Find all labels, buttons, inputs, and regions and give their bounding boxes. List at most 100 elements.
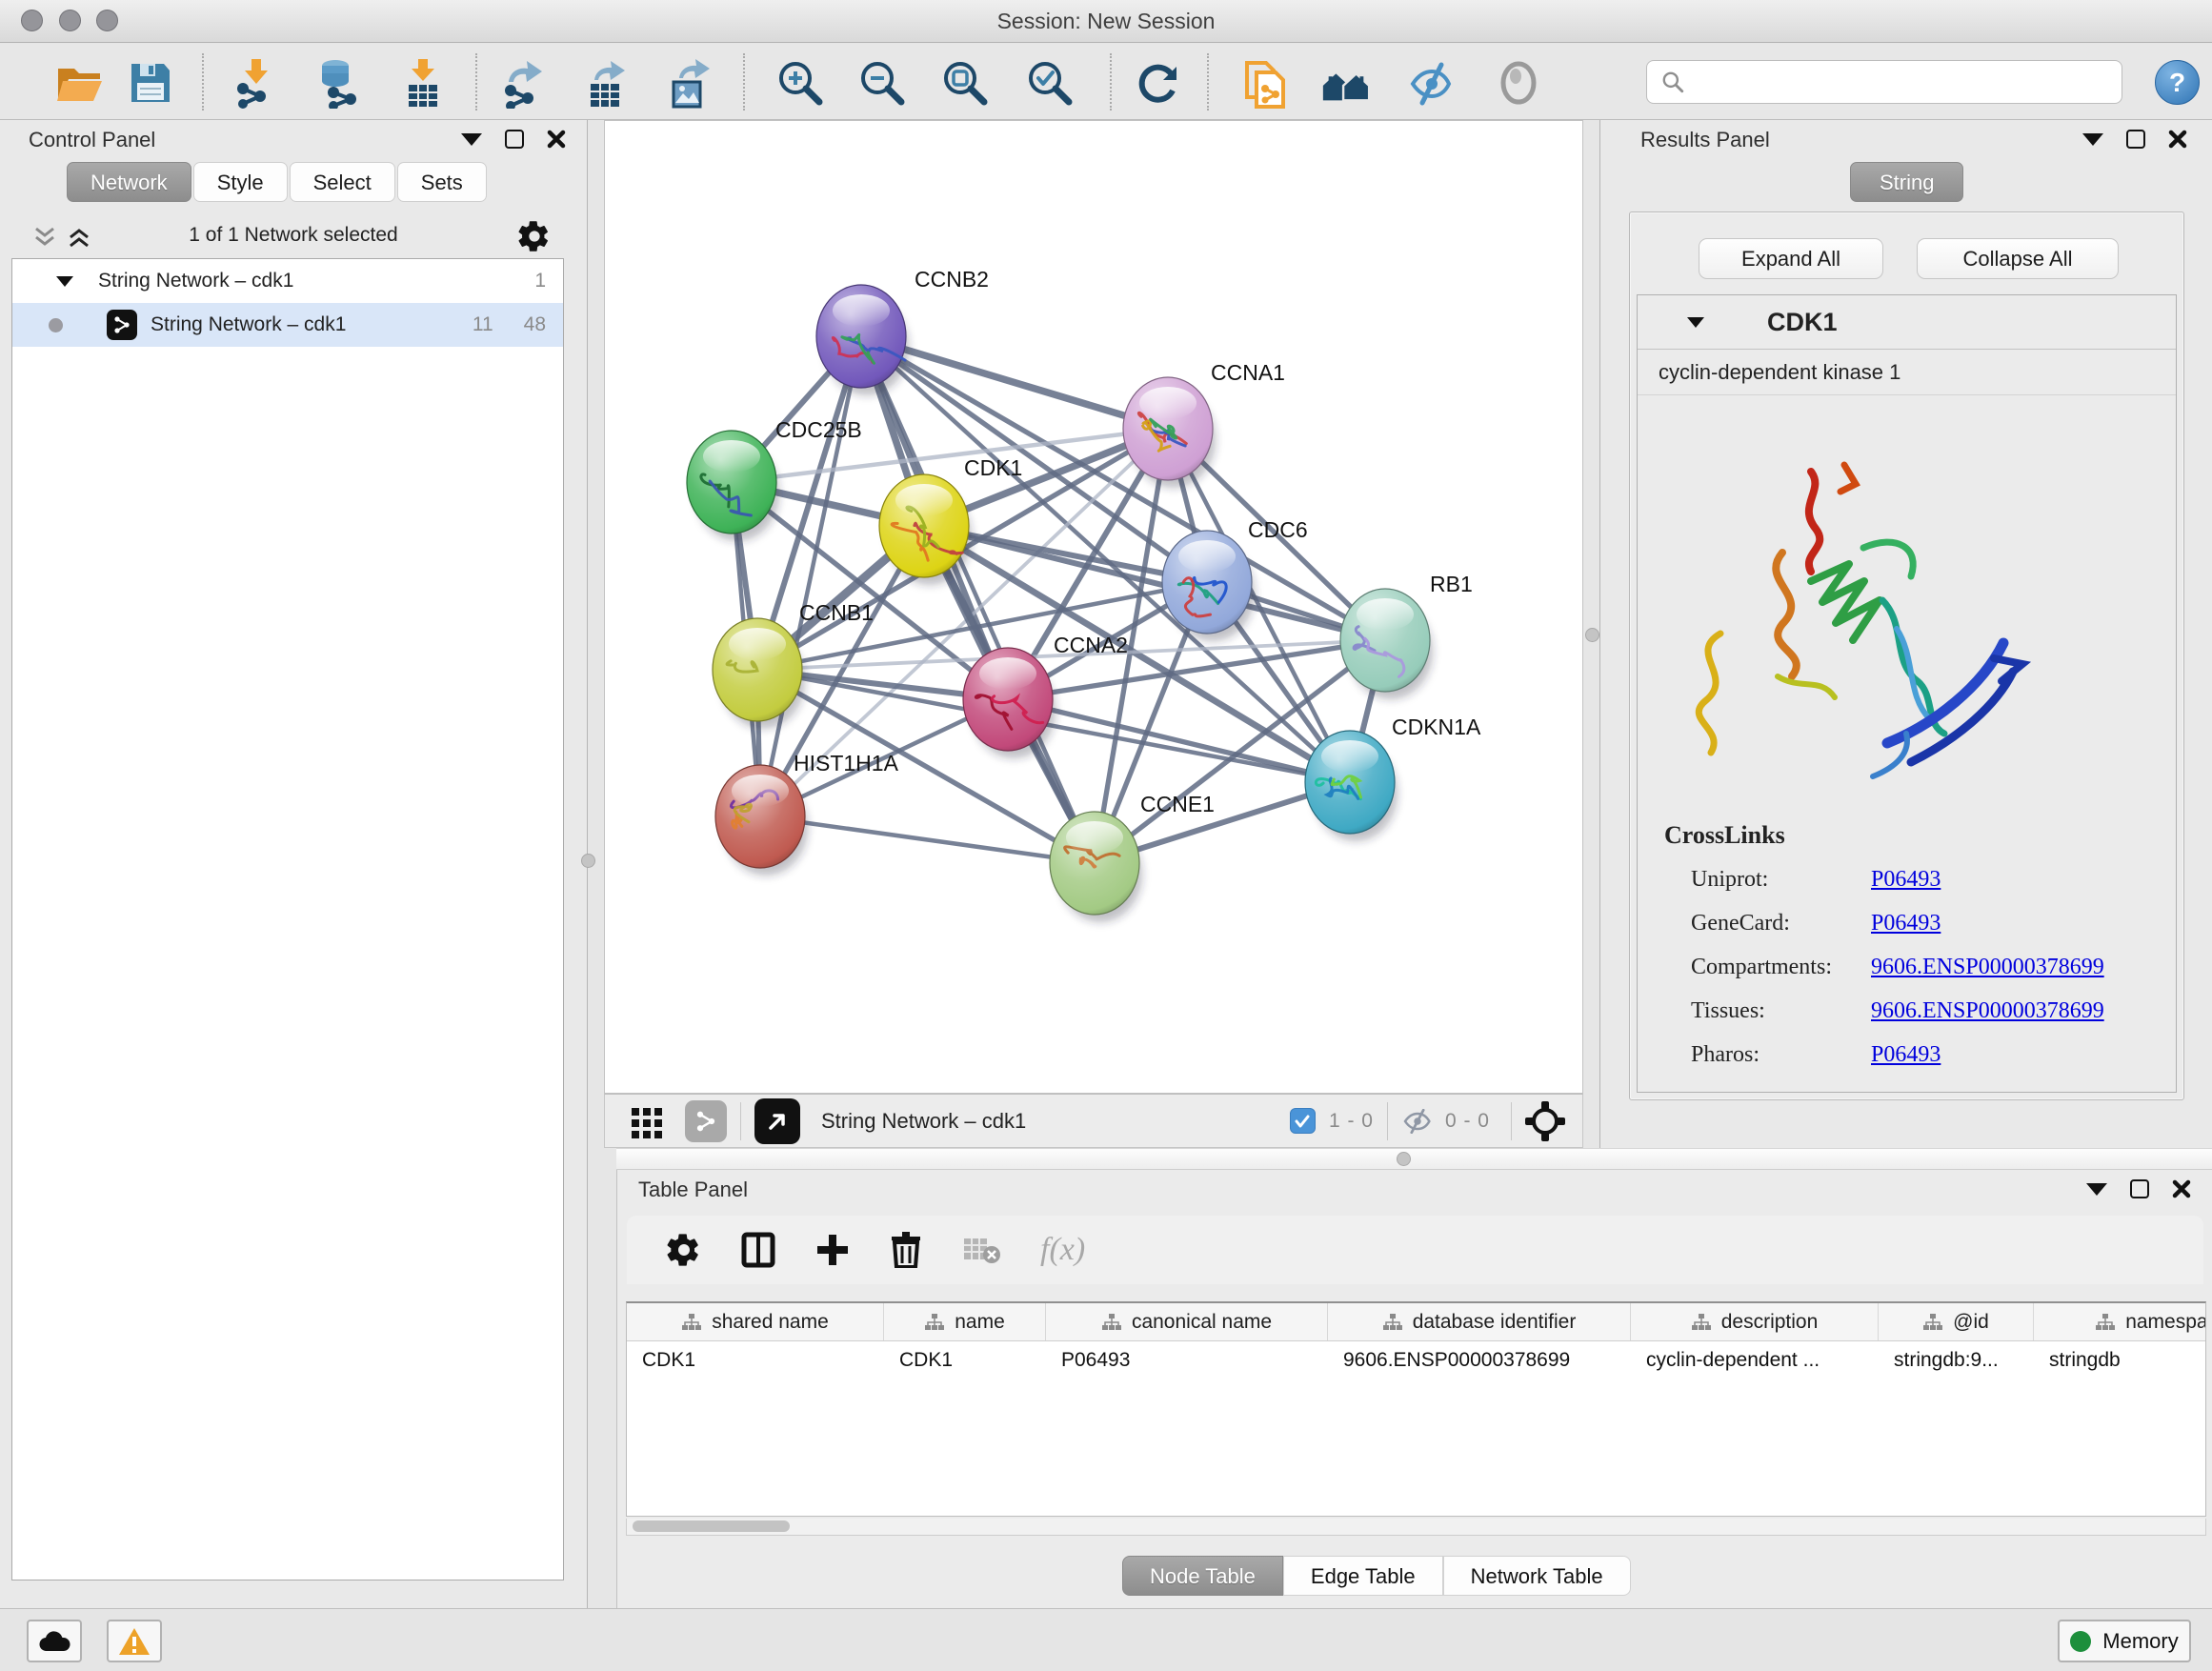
crosslink-link[interactable]: P06493 xyxy=(1871,867,1941,893)
network-node-CCNA1[interactable]: CCNA1 xyxy=(1123,360,1285,488)
table-cell[interactable]: stringdb xyxy=(2034,1349,2206,1372)
grid-view-icon[interactable] xyxy=(630,1104,664,1138)
search-field[interactable] xyxy=(1646,60,2122,104)
crosslink-link[interactable]: 9606.ENSP00000378699 xyxy=(1871,955,2104,980)
zoom-in-button[interactable] xyxy=(774,56,827,110)
column-header--id[interactable]: @id xyxy=(1879,1303,2034,1340)
undock-panel-icon[interactable] xyxy=(2126,130,2145,149)
network-node-HIST1H1A[interactable]: HIST1H1A xyxy=(715,751,899,876)
fit-selected-crosshair-icon[interactable] xyxy=(1525,1101,1565,1141)
scrollbar-thumb[interactable] xyxy=(633,1520,790,1532)
open-file-button[interactable] xyxy=(52,56,106,110)
tab-network[interactable]: Network xyxy=(67,162,191,202)
tab-node-table[interactable]: Node Table xyxy=(1122,1556,1283,1596)
import-network-file-button[interactable] xyxy=(228,56,281,110)
close-panel-icon[interactable] xyxy=(547,130,566,149)
undock-panel-icon[interactable] xyxy=(2130,1179,2149,1198)
network-collection-row[interactable]: String Network – cdk1 1 xyxy=(12,259,563,303)
table-cell[interactable]: stringdb:9... xyxy=(1879,1349,2034,1372)
search-input[interactable] xyxy=(1695,70,2122,94)
network-edge-CCNB2-CCNE1[interactable] xyxy=(861,336,1095,863)
help-button[interactable]: ? xyxy=(2155,60,2200,105)
hide-selected-button[interactable] xyxy=(1404,56,1458,110)
network-overview-button[interactable] xyxy=(1319,56,1373,110)
expand-all-button[interactable]: Expand All xyxy=(1699,238,1883,279)
tab-style[interactable]: Style xyxy=(193,162,288,202)
crosslink-link[interactable]: P06493 xyxy=(1871,1042,1941,1068)
column-header-namespace[interactable]: namespace xyxy=(2034,1303,2206,1340)
table-horizontal-scrollbar[interactable] xyxy=(626,1519,2206,1536)
function-builder-button-disabled[interactable]: f(x) xyxy=(1040,1232,1085,1268)
column-header-canonical-name[interactable]: canonical name xyxy=(1046,1303,1328,1340)
gear-icon[interactable] xyxy=(518,220,551,252)
export-network-button[interactable] xyxy=(496,56,550,110)
splitter-handle[interactable] xyxy=(1585,628,1599,642)
float-panel-icon[interactable] xyxy=(2082,133,2103,146)
zoom-out-button[interactable] xyxy=(855,56,909,110)
float-panel-icon[interactable] xyxy=(461,133,482,146)
network-row[interactable]: String Network – cdk1 11 48 xyxy=(12,303,563,347)
delete-column-button[interactable] xyxy=(890,1232,922,1268)
network-share-view-icon[interactable] xyxy=(685,1100,727,1142)
tab-network-table[interactable]: Network Table xyxy=(1443,1556,1631,1596)
network-node-CDK1[interactable]: CDK1 xyxy=(879,455,1022,585)
splitter-handle[interactable] xyxy=(581,854,595,868)
network-graph[interactable]: CCNB2CCNA1CDC25BCDK1CDC6RB1CCNB1CCNA2CDK… xyxy=(605,121,1582,1093)
tab-string[interactable]: String xyxy=(1850,162,1963,202)
network-node-CDKN1A[interactable]: CDKN1A xyxy=(1305,715,1481,841)
close-panel-icon[interactable] xyxy=(2168,130,2187,149)
column-header-database-identifier[interactable]: database identifier xyxy=(1328,1303,1631,1340)
collection-expand-icon[interactable] xyxy=(56,276,73,287)
horizontal-splitter[interactable] xyxy=(616,1148,2212,1170)
warnings-button[interactable] xyxy=(107,1620,162,1662)
import-table-button[interactable] xyxy=(396,56,450,110)
tab-sets[interactable]: Sets xyxy=(397,162,487,202)
refresh-view-button[interactable] xyxy=(1132,56,1185,110)
table-cell[interactable]: P06493 xyxy=(1046,1349,1328,1372)
show-all-button[interactable] xyxy=(1492,56,1545,110)
tab-edge-table[interactable]: Edge Table xyxy=(1283,1556,1443,1596)
network-edge-CCNB2-HIST1H1A[interactable] xyxy=(760,336,861,816)
undock-panel-icon[interactable] xyxy=(505,130,524,149)
export-image-button[interactable] xyxy=(663,56,716,110)
add-column-button[interactable] xyxy=(815,1233,850,1267)
zoom-selected-button[interactable] xyxy=(1023,56,1076,110)
crosslink-link[interactable]: 9606.ENSP00000378699 xyxy=(1871,998,2104,1024)
table-cell[interactable]: CDK1 xyxy=(884,1349,1046,1372)
table-cell[interactable]: cyclin-dependent ... xyxy=(1631,1349,1879,1372)
export-table-button[interactable] xyxy=(580,56,633,110)
collapse-all-button[interactable]: Collapse All xyxy=(1917,238,2119,279)
network-node-CDC6[interactable]: CDC6 xyxy=(1162,517,1308,641)
network-edge-HIST1H1A-CCNE1[interactable] xyxy=(760,816,1095,863)
float-panel-icon[interactable] xyxy=(2086,1183,2107,1196)
close-panel-icon[interactable] xyxy=(2172,1179,2191,1198)
network-node-RB1[interactable]: RB1 xyxy=(1340,572,1473,699)
column-header-description[interactable]: description xyxy=(1631,1303,1879,1340)
column-header-shared-name[interactable]: shared name xyxy=(627,1303,884,1340)
memory-button[interactable]: Memory xyxy=(2058,1620,2191,1662)
crosslink-link[interactable]: P06493 xyxy=(1871,911,1941,936)
tab-select[interactable]: Select xyxy=(290,162,395,202)
column-header-name[interactable]: name xyxy=(884,1303,1046,1340)
warning-icon xyxy=(118,1627,151,1656)
crosslink-row: GeneCard: P06493 xyxy=(1638,901,2176,945)
table-row[interactable]: CDK1CDK1P064939606.ENSP00000378699cyclin… xyxy=(627,1341,2206,1379)
splitter-handle[interactable] xyxy=(1397,1152,1411,1166)
selected-checkbox-icon[interactable] xyxy=(1290,1108,1316,1134)
clone-network-button[interactable] xyxy=(1238,56,1292,110)
cloud-status-button[interactable] xyxy=(27,1620,82,1662)
save-session-button[interactable] xyxy=(124,56,177,110)
network-node-CCNE1[interactable]: CCNE1 xyxy=(1050,792,1215,922)
table-gear-button[interactable] xyxy=(667,1233,701,1267)
table-cell[interactable]: 9606.ENSP00000378699 xyxy=(1328,1349,1631,1372)
section-collapse-icon[interactable] xyxy=(1687,317,1704,328)
zoom-fit-button[interactable] xyxy=(938,56,992,110)
import-network-from-database-button[interactable] xyxy=(312,56,365,110)
network-canvas[interactable]: CCNB2CCNA1CDC25BCDK1CDC6RB1CCNB1CCNA2CDK… xyxy=(604,120,1583,1094)
show-columns-button[interactable] xyxy=(741,1232,775,1268)
delete-table-button-disabled[interactable] xyxy=(962,1235,1000,1265)
detach-view-icon[interactable] xyxy=(754,1098,800,1144)
gene-section-header[interactable]: CDK1 xyxy=(1638,295,2176,350)
network-name: String Network – cdk1 xyxy=(151,313,346,336)
table-cell[interactable]: CDK1 xyxy=(627,1349,884,1372)
